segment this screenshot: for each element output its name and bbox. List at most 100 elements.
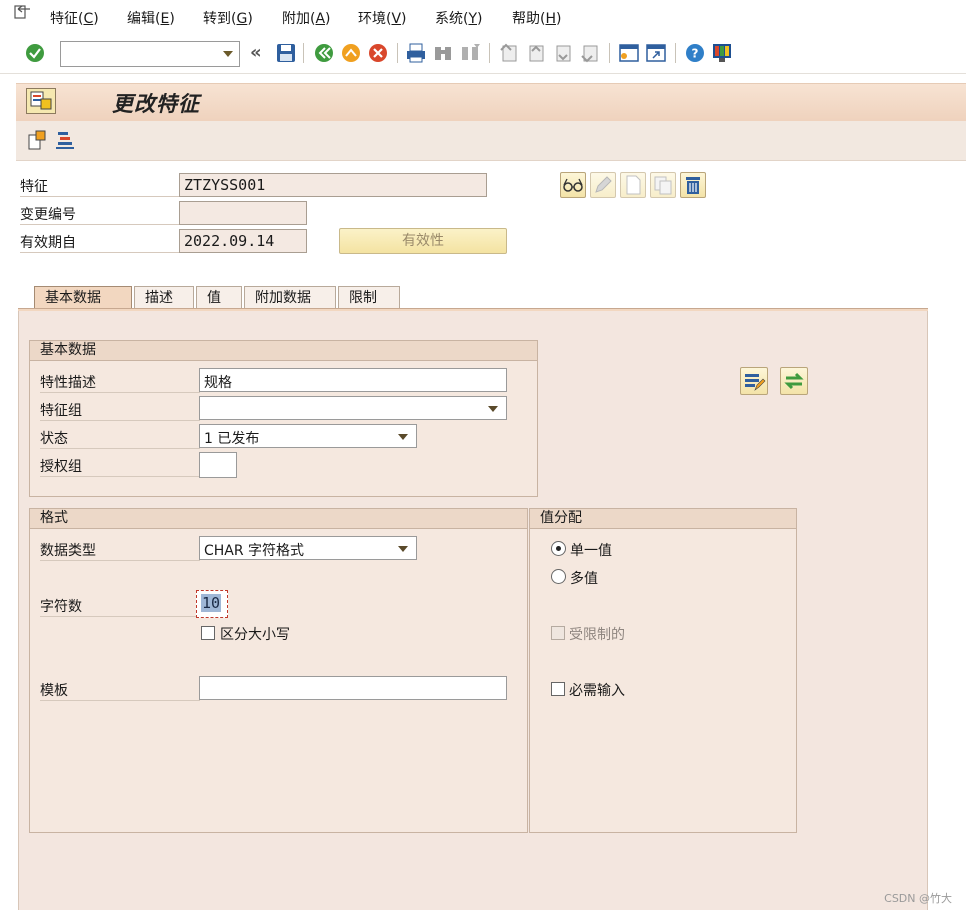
back-icon[interactable] xyxy=(313,42,335,64)
save-icon[interactable] xyxy=(275,42,297,64)
num-chars-value: 10 xyxy=(201,594,222,612)
switch-button[interactable] xyxy=(780,367,808,395)
switch-arrows-icon xyxy=(784,372,804,390)
valid-from-label: 有效期自 xyxy=(20,229,180,253)
template-label: 模板 xyxy=(40,677,200,701)
command-input[interactable] xyxy=(63,44,213,64)
toolbar-separator xyxy=(303,43,304,63)
menu-edit[interactable]: 编辑(E) xyxy=(127,8,175,28)
tab-description[interactable]: 描述 xyxy=(134,286,194,310)
watermark: CSDN @竹大 xyxy=(884,892,952,905)
format-group-title: 格式 xyxy=(30,509,527,529)
print-icon[interactable] xyxy=(405,42,427,64)
menu-goto[interactable]: 转到(G) xyxy=(203,8,253,28)
page-title: 更改特征 xyxy=(112,92,200,116)
find-icon[interactable] xyxy=(432,42,454,64)
valid-from-field[interactable]: 2022.09.14 xyxy=(179,229,307,253)
next-page-icon[interactable] xyxy=(552,42,574,64)
characteristic-label: 特征 xyxy=(20,173,180,197)
multiple-values-radio[interactable] xyxy=(551,569,566,584)
status-label: 状态 xyxy=(40,425,200,449)
menu-extras[interactable]: 附加(A) xyxy=(282,8,331,28)
edit-text-icon xyxy=(745,374,766,391)
value-assignment-group-title: 值分配 xyxy=(530,509,796,529)
template-input[interactable] xyxy=(199,676,507,700)
data-type-label: 数据类型 xyxy=(40,537,200,561)
restricted-label: 受限制的 xyxy=(569,627,625,643)
create-shortcut-icon[interactable] xyxy=(645,42,667,64)
menu-expand-icon[interactable] xyxy=(14,5,32,19)
other-characteristic-icon[interactable] xyxy=(26,129,48,151)
single-value-label: 单一值 xyxy=(570,543,612,559)
change-number-field[interactable] xyxy=(179,201,307,225)
delete-button[interactable] xyxy=(680,172,706,198)
data-type-select[interactable]: CHAR 字符格式 xyxy=(199,536,417,560)
menu-characteristic[interactable]: 特征(C) xyxy=(50,8,99,28)
toolbar-separator xyxy=(397,43,398,63)
chevron-down-icon[interactable] xyxy=(398,434,408,440)
data-type-value: CHAR 字符格式 xyxy=(204,543,305,559)
tab-values[interactable]: 值 xyxy=(196,286,242,310)
auth-group-label: 授权组 xyxy=(40,453,200,477)
case-sensitive-checkbox[interactable] xyxy=(201,626,215,640)
change-button[interactable] xyxy=(590,172,616,198)
toolbar-separator xyxy=(675,43,676,63)
previous-page-icon[interactable] xyxy=(525,42,547,64)
new-session-icon[interactable] xyxy=(618,42,640,64)
enter-check-icon[interactable] xyxy=(24,42,46,64)
characteristic-screen-icon xyxy=(30,91,52,110)
blank-page-icon xyxy=(626,175,641,195)
help-icon[interactable]: ? xyxy=(684,42,706,64)
cancel-icon[interactable] xyxy=(367,42,389,64)
customize-layout-icon[interactable] xyxy=(711,42,733,64)
application-toolbar xyxy=(16,121,966,161)
where-used-list-icon[interactable] xyxy=(54,129,76,151)
change-number-label: 变更编号 xyxy=(20,201,180,225)
tab-basic-data[interactable]: 基本数据 xyxy=(34,286,132,310)
case-sensitive-label: 区分大小写 xyxy=(220,627,290,643)
copy-button[interactable] xyxy=(650,172,676,198)
num-chars-label: 字符数 xyxy=(40,593,200,617)
validity-button[interactable]: 有效性 xyxy=(339,228,507,254)
screen-icon-box[interactable] xyxy=(26,88,56,114)
copy-icon xyxy=(654,176,672,195)
glasses-icon xyxy=(563,178,583,192)
collapse-command-icon[interactable]: « xyxy=(250,42,262,63)
trash-icon xyxy=(686,177,700,194)
pencil-icon xyxy=(595,176,612,193)
display-button[interactable] xyxy=(560,172,586,198)
tab-additional-data[interactable]: 附加数据 xyxy=(244,286,336,310)
tab-restrictions[interactable]: 限制 xyxy=(338,286,400,310)
toolbar-separator xyxy=(489,43,490,63)
multiple-values-label: 多值 xyxy=(570,571,598,587)
num-chars-input[interactable]: 10 xyxy=(196,590,228,618)
command-dropdown-arrow-icon[interactable] xyxy=(223,51,233,57)
find-next-icon[interactable] xyxy=(459,42,481,64)
status-select[interactable]: 1 已发布 xyxy=(199,424,417,448)
toolbar-separator xyxy=(609,43,610,63)
create-button[interactable] xyxy=(620,172,646,198)
svg-text:?: ? xyxy=(692,47,699,61)
command-field[interactable] xyxy=(60,41,240,67)
restricted-checkbox[interactable] xyxy=(551,626,565,640)
single-value-radio[interactable] xyxy=(551,541,566,556)
entry-required-checkbox[interactable] xyxy=(551,682,565,696)
status-value: 1 已发布 xyxy=(204,431,260,447)
chevron-down-icon[interactable] xyxy=(488,406,498,412)
chevron-down-icon[interactable] xyxy=(398,546,408,552)
menu-environment[interactable]: 环境(V) xyxy=(358,8,407,28)
description-label: 特性描述 xyxy=(40,369,200,393)
auth-group-input[interactable] xyxy=(199,452,237,478)
basic-data-group-title: 基本数据 xyxy=(30,341,537,361)
exit-icon[interactable] xyxy=(340,42,362,64)
characteristic-group-select[interactable] xyxy=(199,396,507,420)
first-page-icon[interactable] xyxy=(498,42,520,64)
menu-system[interactable]: 系统(Y) xyxy=(435,8,483,28)
characteristic-group-label: 特征组 xyxy=(40,397,200,421)
entry-required-label: 必需输入 xyxy=(569,683,625,699)
characteristic-field[interactable]: ZTZYSS001 xyxy=(179,173,487,197)
last-page-icon[interactable] xyxy=(579,42,601,64)
menu-help[interactable]: 帮助(H) xyxy=(512,8,561,28)
description-input[interactable]: 规格 xyxy=(199,368,507,392)
edit-text-button[interactable] xyxy=(740,367,768,395)
